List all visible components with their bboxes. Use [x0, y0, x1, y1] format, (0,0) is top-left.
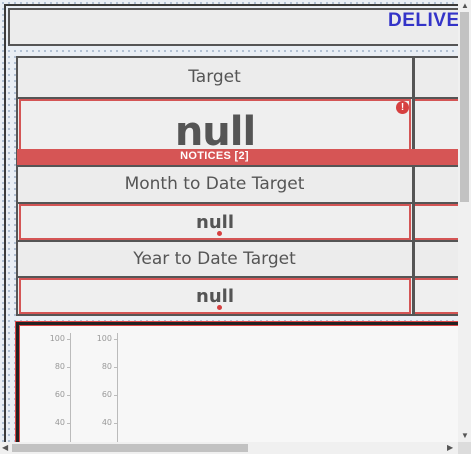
left-axis-tick: 40	[54, 418, 65, 427]
right-axis-tick: 80	[101, 362, 112, 371]
tick-mark	[67, 367, 71, 368]
scroll-right-icon[interactable]: ▶	[447, 443, 453, 453]
vertical-scrollbar[interactable]: ▲ ▼	[458, 0, 471, 442]
year-to-date-value-cell[interactable]: null	[19, 278, 411, 314]
notices-label[interactable]: NOTICES [2]	[17, 150, 412, 162]
month-to-date-label: Month to Date Target	[124, 174, 305, 194]
alert-icon[interactable]: !	[396, 101, 409, 114]
left-axis-tick: 80	[54, 362, 65, 371]
year-to-date-value: null	[196, 286, 234, 307]
tick-mark	[114, 423, 118, 424]
tick-mark	[67, 339, 71, 340]
tick-mark	[114, 395, 118, 396]
horizontal-scroll-thumb[interactable]	[12, 444, 248, 452]
tick-mark	[114, 339, 118, 340]
month-to-date-value: null	[196, 212, 234, 233]
tick-mark	[114, 367, 118, 368]
chart-panel-border	[19, 325, 471, 452]
left-axis-tick: 60	[54, 390, 65, 399]
tick-mark	[67, 423, 71, 424]
right-chart-y-axis	[117, 333, 118, 453]
target-label: Target	[188, 67, 241, 87]
right-axis-tick: 100	[96, 334, 112, 343]
tick-mark	[67, 395, 71, 396]
right-axis-tick: 40	[101, 418, 112, 427]
scroll-left-icon[interactable]: ◀	[2, 443, 8, 453]
chart-panel: 100 80 60 40 100 80 60 40	[16, 322, 471, 453]
left-axis-tick: 100	[49, 334, 65, 343]
right-axis-tick: 60	[101, 390, 112, 399]
year-to-date-label: Year to Date Target	[133, 249, 296, 269]
row-divider	[16, 165, 471, 167]
scrollbar-corner	[458, 442, 471, 454]
left-chart-y-axis	[70, 333, 71, 453]
scroll-down-icon[interactable]: ▼	[461, 431, 469, 441]
status-dot	[217, 231, 222, 236]
status-dot	[217, 305, 222, 310]
row-divider	[16, 240, 471, 242]
horizontal-scrollbar[interactable]: ◀ ▶	[0, 442, 458, 454]
scroll-up-icon[interactable]: ▲	[461, 1, 469, 11]
dashboard-canvas: DELIVEF Target null ! NOTICES [2] Month …	[0, 0, 471, 454]
vertical-scroll-thumb[interactable]	[460, 12, 469, 202]
month-to-date-value-cell[interactable]: null	[19, 204, 411, 240]
